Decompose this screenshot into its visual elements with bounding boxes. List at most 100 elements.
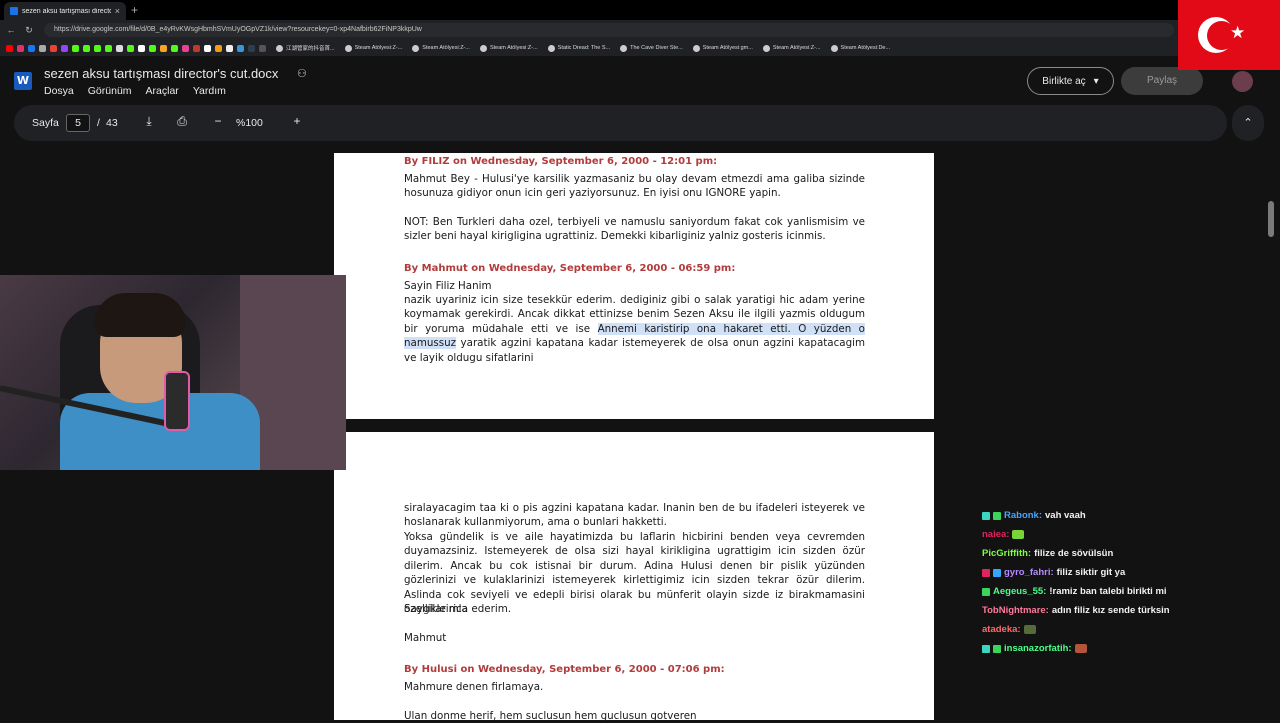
download-bookmark-icon[interactable] [116, 44, 123, 52]
chat-badge-icon [982, 568, 990, 577]
chat-username[interactable]: insanazorfatih: [1004, 643, 1072, 654]
kick-bookmark-icon[interactable] [72, 44, 79, 52]
webcam-overlay [0, 275, 346, 470]
paragraph: nazik uyariniz icin size tesekkür ederim… [404, 293, 865, 365]
total-pages: 43 [106, 117, 118, 129]
paragraph: Sayin Filiz Hanim [404, 280, 492, 292]
bookmark-item[interactable]: Steam Atölyesiːgm... [692, 44, 753, 52]
bookmark-icon[interactable] [226, 44, 233, 52]
chat-message: PicGriffith: filize de sövülsün [982, 544, 1272, 563]
chat-badge-icon [982, 644, 990, 653]
print-icon[interactable]: ⎙ [174, 114, 190, 129]
back-icon[interactable]: ← [4, 25, 18, 35]
paragraph: Ulan donme herif, hem suclusun hem guclu… [404, 710, 697, 722]
avatar[interactable] [1232, 71, 1253, 92]
steam-icon [692, 44, 700, 52]
bookmark-icon[interactable] [248, 44, 255, 52]
kick-bookmark-icon[interactable] [127, 44, 134, 52]
chat-message: Rabonk: vah vaah [982, 506, 1272, 525]
bookmark-icon[interactable] [237, 44, 244, 52]
menu-bar: Dosya Görünüm Araçlar Yardım [44, 85, 226, 97]
tiktok-icon [276, 44, 283, 52]
chat-username[interactable]: Rabonk: [1004, 510, 1042, 521]
gmail-bookmark-icon[interactable] [50, 44, 57, 52]
webcam-streamer-hair [94, 293, 186, 337]
globe-bookmark-icon[interactable] [39, 44, 46, 52]
steam-icon [762, 44, 770, 52]
page-number-input[interactable] [66, 114, 90, 132]
document-title: sezen aksu tartışması director's cut.doc… [44, 66, 279, 81]
menu-file[interactable]: Dosya [44, 85, 74, 97]
chevron-up-icon: ⌃ [1243, 117, 1253, 129]
open-with-button[interactable]: Birlikte aç ▾ [1027, 67, 1114, 95]
instagram-bookmark-icon[interactable] [17, 44, 24, 52]
chat-badge-icon [993, 644, 1001, 653]
chat-message: gyro_fahri: filiz siktir git ya [982, 563, 1272, 582]
bookmark-item[interactable]: Steam AtölyesiːZ-... [412, 44, 470, 52]
bookmark-item[interactable]: 江湖管家的抖音首... [276, 44, 335, 52]
chat-text: filiz siktir git ya [1056, 567, 1126, 578]
paragraph: Mahmut Bey - Hulusi'ye karsilik yazmasan… [404, 173, 865, 200]
shared-drive-icon: ⚇ [297, 68, 307, 80]
chat-text: adın filiz kız sende türksin [1051, 605, 1170, 616]
viewer-toolbar [14, 105, 1227, 141]
bookmark-item[interactable]: The Cave Diver Ste... [620, 44, 683, 52]
new-tab-icon[interactable]: + [131, 3, 138, 17]
youtube-bookmark-icon[interactable] [6, 44, 13, 52]
chat-text: filize de sövülsün [1034, 548, 1114, 559]
reload-icon[interactable]: ↻ [22, 25, 36, 36]
bookmark-icon[interactable] [160, 44, 167, 52]
chat-badge-icon [993, 568, 1001, 577]
bookmark-item[interactable]: Steam AtölyesiːZ-... [762, 44, 821, 52]
post-header: By Mahmut on Wednesday, September 6, 200… [404, 263, 736, 274]
paragraph: NOT: Ben Turkleri daha ozel, terbiyeli v… [404, 216, 865, 243]
drive-favicon-icon [10, 7, 18, 15]
collapse-toolbar-button[interactable]: ⌃ [1232, 105, 1264, 141]
chat-username[interactable]: Aegeus_55: [993, 586, 1046, 597]
chat-message: atadeka: [982, 620, 1272, 639]
chat-emote-icon [1023, 625, 1036, 634]
post-header: By FILIZ on Wednesday, September 6, 2000… [404, 156, 718, 167]
chat-message: naiea: [982, 525, 1272, 544]
chat-message: TobNightmare: adın filiz kız sende türksi… [982, 601, 1272, 620]
kick-bookmark-icon[interactable] [83, 44, 90, 52]
zoom-in-icon[interactable]: + [289, 114, 305, 128]
caret-down-icon: ▾ [1093, 75, 1099, 87]
browser-tabstrip: sezen aksu tartışması director's cut × + [0, 0, 1280, 20]
twitch-bookmark-icon[interactable] [61, 44, 68, 52]
kick-bookmark-icon[interactable] [149, 44, 156, 52]
x-bookmark-icon[interactable] [138, 44, 145, 52]
address-bar[interactable]: https://drive.google.com/file/d/0B_e4yRv… [44, 23, 1174, 37]
menu-view[interactable]: Görünüm [88, 85, 132, 97]
bookmark-item[interactable]: Steam AtölyesiːZ-... [344, 44, 402, 52]
share-button[interactable]: Paylaş [1121, 67, 1203, 95]
close-tab-icon[interactable]: × [115, 6, 120, 16]
chat-username[interactable]: atadeka: [982, 624, 1021, 635]
bookmark-icon[interactable] [204, 44, 211, 52]
bookmark-item[interactable]: Static Dread: The S... [547, 44, 610, 52]
bookmark-icon[interactable] [215, 44, 222, 52]
menu-tools[interactable]: Araçlar [146, 85, 179, 97]
chat-username[interactable]: naiea: [982, 529, 1009, 540]
zoom-out-icon[interactable]: − [210, 114, 226, 128]
facebook-bookmark-icon[interactable] [28, 44, 35, 52]
download-icon[interactable]: ⤓ [141, 114, 157, 129]
kick-bookmark-icon[interactable] [94, 44, 101, 52]
text-run: yaratik agzini kapatana kadar istemeyere… [404, 337, 865, 364]
bookmark-icon[interactable] [259, 44, 266, 52]
bookmark-icon[interactable] [193, 44, 200, 52]
word-doc-icon: W [14, 72, 32, 90]
kick-bookmark-icon[interactable] [171, 44, 178, 52]
chat-username[interactable]: gyro_fahri: [1004, 567, 1054, 578]
bookmark-item[interactable]: Steam AtölyesiːDe... [830, 44, 890, 52]
bookmark-item[interactable]: Steam AtölyesiːZ-... [479, 44, 538, 52]
chat-username[interactable]: PicGriffith: [982, 548, 1031, 559]
browser-tab[interactable]: sezen aksu tartışması director's cut × [4, 2, 126, 20]
chat-username[interactable]: TobNightmare: [982, 605, 1049, 616]
kick-bookmark-icon[interactable] [105, 44, 112, 52]
menu-help[interactable]: Yardım [193, 85, 226, 97]
bookmark-icon[interactable] [182, 44, 189, 52]
page-separator: / [97, 117, 100, 129]
scrollbar[interactable] [1268, 201, 1274, 237]
chat-badge-icon [993, 511, 1001, 520]
